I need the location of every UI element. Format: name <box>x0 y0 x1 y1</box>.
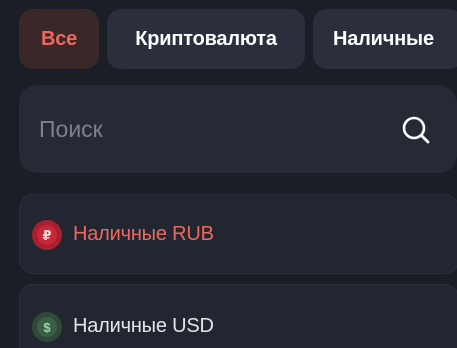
tab-all[interactable]: Все <box>19 9 99 69</box>
currency-item-usd[interactable]: $ Наличные USD <box>19 284 457 348</box>
currency-item-rub[interactable]: ₽ Наличные RUB <box>19 194 457 274</box>
currency-picker: Все Криптовалюта Наличные ₽ Наличные RUB… <box>0 0 457 348</box>
tab-cash[interactable]: Наличные <box>313 9 457 69</box>
currency-item-label: Наличные RUB <box>73 223 214 245</box>
dollar-symbol: $ <box>37 317 57 337</box>
ruble-symbol: ₽ <box>37 225 57 245</box>
filter-tabs: Все Криптовалюта Наличные <box>19 9 457 69</box>
tab-crypto[interactable]: Криптовалюта <box>107 9 305 69</box>
ruble-coin-icon: ₽ <box>32 220 62 250</box>
search-input[interactable] <box>39 110 379 148</box>
dollar-coin-icon: $ <box>32 312 62 342</box>
currency-item-label: Наличные USD <box>73 315 214 337</box>
search-icon[interactable] <box>400 114 432 146</box>
search-bar <box>19 85 457 173</box>
